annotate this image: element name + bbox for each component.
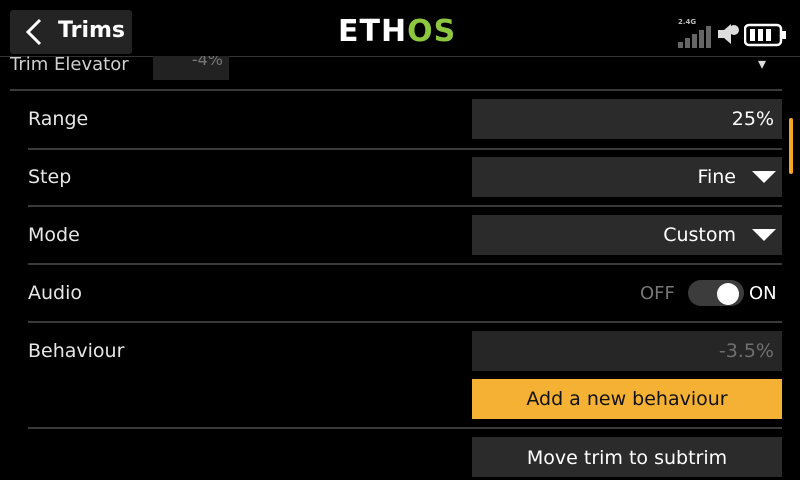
back-button[interactable]: Trims: [10, 10, 132, 54]
trim-selector-label: Trim Elevator: [10, 56, 129, 75]
add-behaviour-button[interactable]: Add a new behaviour: [472, 379, 782, 419]
trim-selector-row[interactable]: Trim Elevator -4% ▾: [10, 56, 780, 86]
step-label: Step: [28, 166, 72, 188]
toggle-off-label: OFF: [640, 283, 675, 304]
range-field[interactable]: 25%: [472, 99, 782, 139]
chevron-left-icon: [24, 18, 44, 50]
page-title: Trims: [58, 18, 125, 43]
behaviour-label: Behaviour: [28, 340, 125, 362]
battery-icon: [743, 22, 788, 52]
divider: [28, 205, 782, 207]
chevron-down-icon[interactable]: ▾: [758, 56, 766, 73]
rf-band-label: 2.4G: [678, 18, 697, 26]
step-value: Fine: [697, 166, 736, 188]
step-dropdown[interactable]: Fine: [472, 157, 782, 197]
move-trim-to-subtrim-button[interactable]: Move trim to subtrim: [472, 437, 782, 477]
behaviour-field[interactable]: -3.5%: [472, 331, 782, 371]
divider: [28, 263, 782, 265]
scrollbar[interactable]: [789, 118, 793, 174]
toggle-on-label: ON: [749, 283, 777, 304]
trim-selector-value[interactable]: -4%: [153, 56, 229, 80]
audio-label: Audio: [28, 282, 83, 304]
range-label: Range: [28, 108, 89, 130]
divider: [10, 89, 782, 91]
divider: [28, 427, 782, 429]
divider: [28, 148, 782, 150]
dropdown-arrow-icon: [752, 229, 776, 241]
ethos-logo: ETHOS: [338, 14, 457, 49]
volume-icon: [716, 22, 742, 50]
mode-dropdown[interactable]: Custom: [472, 215, 782, 255]
mode-value: Custom: [663, 224, 736, 246]
mode-label: Mode: [28, 224, 80, 246]
signal-bars-icon: [676, 26, 712, 52]
dropdown-arrow-icon: [752, 171, 776, 183]
toggle-knob[interactable]: [717, 283, 739, 305]
divider: [28, 321, 782, 323]
